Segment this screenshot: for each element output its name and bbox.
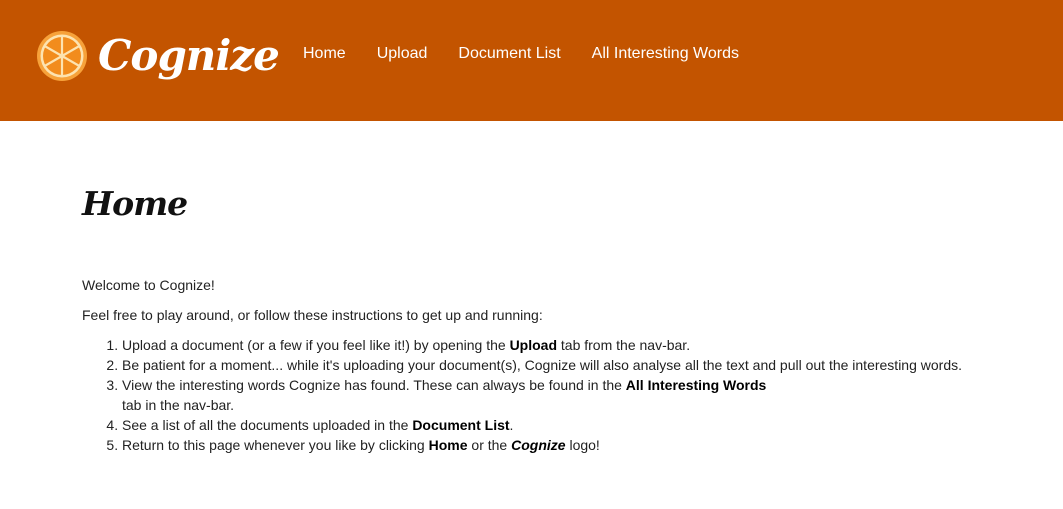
nav-link-all-interesting-words[interactable]: All Interesting Words	[592, 45, 739, 62]
step-item: See a list of all the documents uploaded…	[122, 415, 1022, 435]
intro-text: Feel free to play around, or follow thes…	[82, 307, 543, 323]
step-item: View the interesting words Cognize has f…	[122, 375, 1022, 415]
step-text: or the	[467, 437, 512, 453]
step-text: Upload a document (or a few if you feel …	[122, 337, 510, 353]
step-text: .	[509, 417, 514, 433]
nav-link-upload[interactable]: Upload	[377, 45, 428, 62]
all-interesting-words-ref: All Interesting Words	[625, 377, 767, 393]
nav-menu: Home Upload Document List All Interestin…	[303, 43, 770, 65]
step-text: logo!	[565, 437, 600, 453]
nav-link-home[interactable]: Home	[303, 45, 346, 62]
step-item: Upload a document (or a few if you feel …	[122, 335, 1022, 355]
step-text: Return to this page whenever you like by…	[122, 437, 429, 453]
step-text: See a list of all the documents uploaded…	[122, 417, 413, 433]
top-navbar: Cognize Home Upload Document List All In…	[0, 0, 1063, 121]
brand-name[interactable]: Cognize	[98, 28, 280, 84]
step-text: tab from the nav-bar.	[557, 337, 691, 353]
main-content: Home Welcome to Cognize! Feel free to pl…	[82, 121, 1022, 455]
document-list-ref: Document List	[412, 417, 510, 433]
nav-link-document-list[interactable]: Document List	[458, 45, 560, 62]
page-title: Home	[82, 184, 188, 223]
home-ref: Home	[428, 437, 468, 453]
step-item: Return to this page whenever you like by…	[122, 435, 1022, 455]
home-instructions: Welcome to Cognize! Feel free to play ar…	[82, 275, 1022, 455]
cognize-logo-ref: Cognize	[511, 437, 566, 453]
welcome-text: Welcome to Cognize!	[82, 277, 215, 293]
step-text: View the interesting words Cognize has f…	[122, 377, 626, 393]
orange-slice-icon	[37, 31, 87, 81]
instruction-steps: Upload a document (or a few if you feel …	[122, 335, 1022, 455]
step-item: Be patient for a moment... while it's up…	[122, 355, 1022, 375]
step-text: Be patient for a moment... while it's up…	[122, 357, 963, 373]
brand-logo-link[interactable]: Cognize	[36, 28, 280, 84]
step-text: tab in the nav-bar.	[122, 397, 235, 413]
upload-ref: Upload	[509, 337, 558, 353]
